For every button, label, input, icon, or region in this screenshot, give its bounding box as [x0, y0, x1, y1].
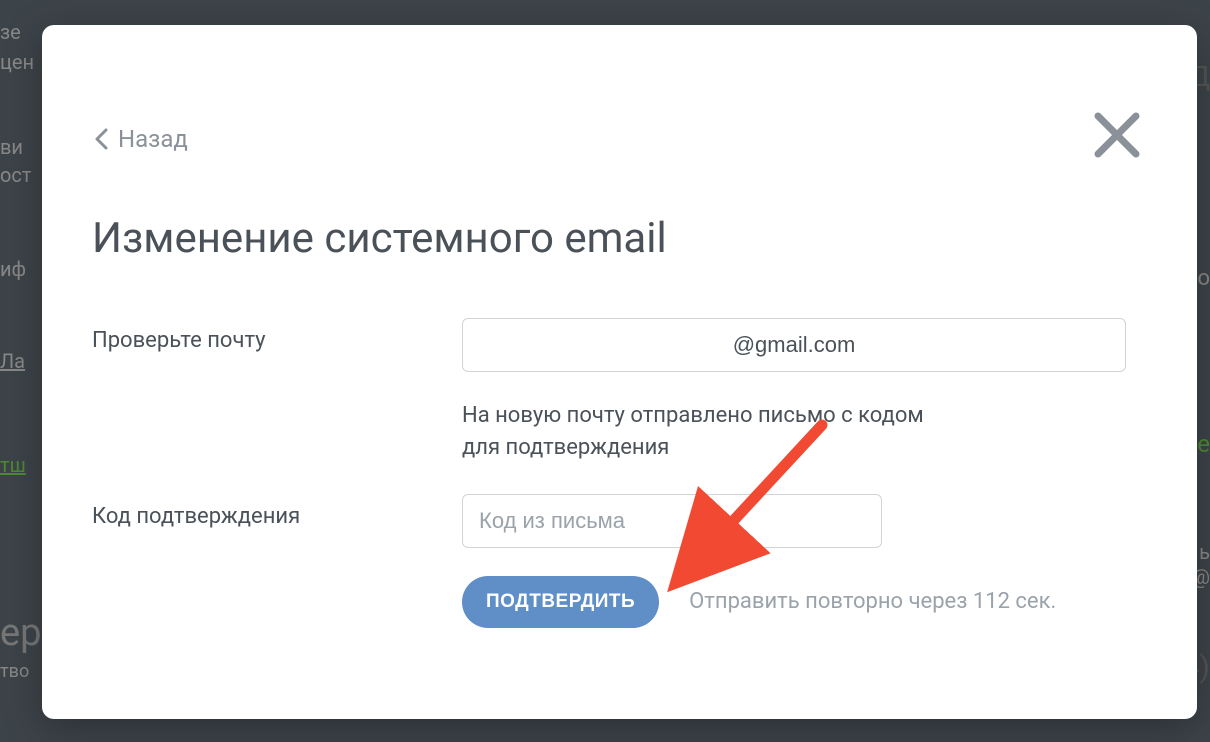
chevron-left-icon — [94, 128, 108, 150]
back-button[interactable]: Назад — [94, 125, 188, 153]
back-label: Назад — [118, 125, 188, 153]
change-email-modal: Назад Изменение системного email Проверь… — [42, 25, 1197, 719]
bg-text: о — [1197, 266, 1210, 291]
bg-text: ост — [0, 163, 32, 187]
info-line2: для подтверждения — [462, 435, 669, 460]
code-input[interactable] — [462, 494, 882, 548]
close-button[interactable] — [1092, 110, 1142, 160]
bg-text: е — [1197, 430, 1210, 458]
email-input[interactable] — [462, 318, 1126, 372]
code-label: Код подтверждения — [92, 494, 462, 529]
modal-title: Изменение системного email — [92, 214, 1147, 263]
bg-text: ер — [0, 611, 42, 655]
code-row: Код подтверждения ПОДТВЕРДИТЬ Отправить … — [92, 494, 1147, 628]
action-row: ПОДТВЕРДИТЬ Отправить повторно через 112… — [462, 576, 1147, 628]
info-text: На новую почту отправлено письмо с кодом… — [462, 400, 1147, 464]
resend-countdown: Отправить повторно через 112 сек. — [689, 589, 1056, 614]
bg-text: зе — [0, 20, 21, 44]
bg-text: ь — [1199, 540, 1210, 564]
bg-text: ви — [0, 135, 23, 159]
bg-text: цен — [0, 50, 34, 74]
bg-text: иф — [0, 257, 26, 281]
bg-text: Ла — [0, 349, 25, 373]
bg-text: тво — [0, 661, 29, 682]
check-email-label: Проверьте почту — [92, 318, 462, 353]
bg-text: тш — [0, 453, 26, 477]
info-line1: На новую почту отправлено письмо с кодом — [462, 403, 924, 428]
email-row: Проверьте почту На новую почту отправлен… — [92, 318, 1147, 464]
confirm-button[interactable]: ПОДТВЕРДИТЬ — [462, 576, 659, 628]
close-icon — [1092, 110, 1142, 160]
